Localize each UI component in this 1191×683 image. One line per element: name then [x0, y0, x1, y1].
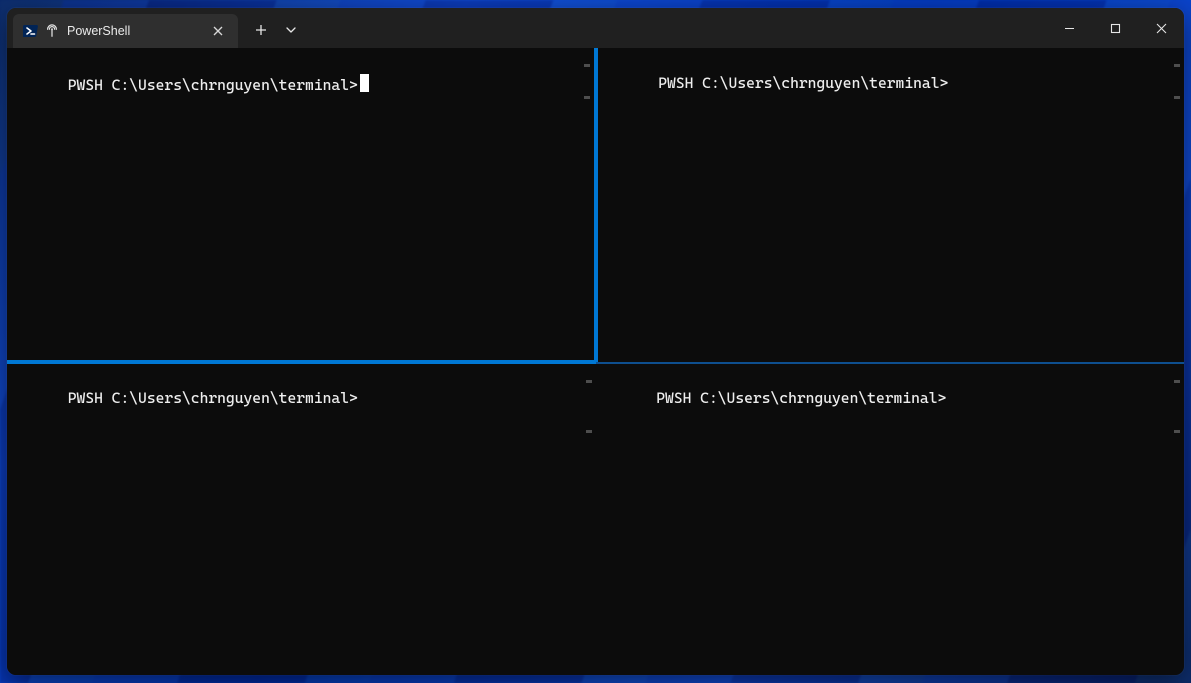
chevron-down-icon	[286, 25, 296, 35]
prompt-text: PWSH C:\Users\chrnguyen\terminal>	[68, 389, 358, 407]
text-cursor	[360, 74, 369, 92]
window-controls	[1046, 8, 1184, 48]
titlebar[interactable]: PowerShell	[7, 8, 1184, 48]
scrollbar-mark	[586, 380, 592, 383]
minimize-icon	[1064, 23, 1075, 34]
tab-icons	[23, 23, 59, 39]
broadcast-icon	[45, 24, 59, 38]
close-window-button[interactable]	[1138, 8, 1184, 48]
titlebar-drag-region[interactable]	[304, 8, 1046, 48]
close-icon	[1156, 23, 1167, 34]
scrollbar-mark	[586, 430, 592, 433]
maximize-button[interactable]	[1092, 8, 1138, 48]
prompt-text: PWSH C:\Users\chrnguyen\terminal>	[68, 76, 358, 94]
maximize-icon	[1110, 23, 1121, 34]
scrollbar-mark	[1174, 96, 1180, 99]
terminal-pane[interactable]: PWSH C:\Users\chrnguyen\terminal>	[596, 362, 1185, 676]
minimize-button[interactable]	[1046, 8, 1092, 48]
new-tab-dropdown-button[interactable]	[278, 13, 304, 47]
scrollbar-mark	[584, 96, 590, 99]
pane-grid: PWSH C:\Users\chrnguyen\terminal> PWSH C…	[7, 48, 1184, 675]
new-tab-zone	[238, 8, 304, 48]
close-icon	[213, 26, 223, 36]
tab-powershell[interactable]: PowerShell	[13, 14, 238, 48]
terminal-pane[interactable]: PWSH C:\Users\chrnguyen\terminal>	[596, 48, 1185, 362]
scrollbar-mark	[1174, 380, 1180, 383]
powershell-icon	[23, 23, 39, 39]
prompt-text: PWSH C:\Users\chrnguyen\terminal>	[658, 74, 948, 92]
terminal-pane[interactable]: PWSH C:\Users\chrnguyen\terminal>	[7, 362, 596, 676]
plus-icon	[255, 24, 267, 36]
tab-close-button[interactable]	[208, 21, 228, 41]
terminal-pane[interactable]: PWSH C:\Users\chrnguyen\terminal>	[7, 48, 596, 362]
terminal-window: PowerShell	[7, 8, 1184, 675]
new-tab-button[interactable]	[244, 13, 278, 47]
tab-title: PowerShell	[67, 24, 200, 38]
tabs-zone: PowerShell	[7, 8, 238, 48]
scrollbar-mark	[1174, 430, 1180, 433]
scrollbar-mark	[1174, 64, 1180, 67]
prompt-text: PWSH C:\Users\chrnguyen\terminal>	[656, 389, 946, 407]
scrollbar-mark	[584, 64, 590, 67]
